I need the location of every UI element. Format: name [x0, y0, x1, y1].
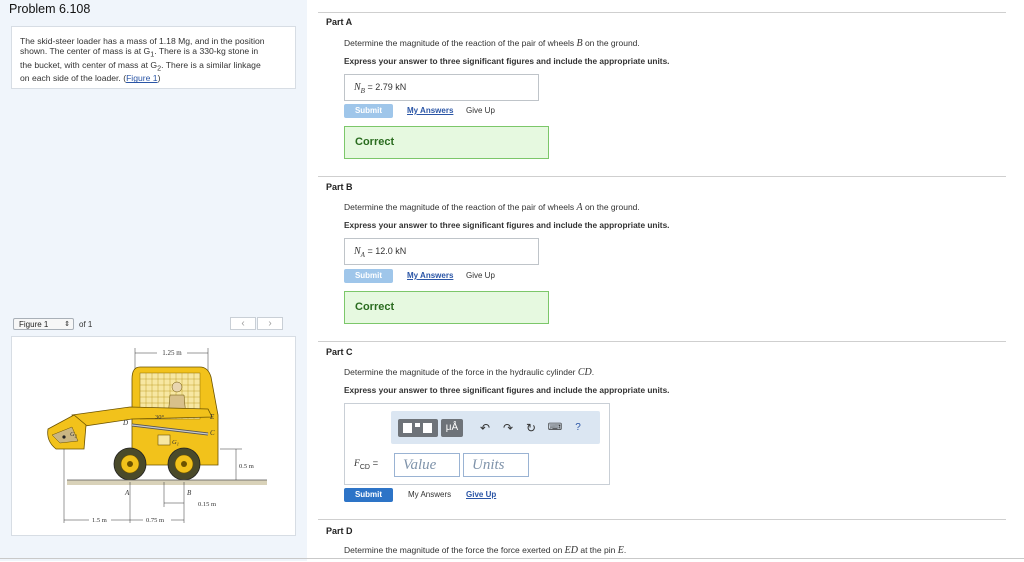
part-c-instruction: Express your answer to three significant…	[344, 385, 670, 395]
updown-caret-icon: ⇕	[64, 321, 70, 328]
angle-label: 30°	[155, 414, 165, 421]
point-e-label: E	[209, 413, 215, 421]
dim-top-label: 1.25 m	[162, 349, 182, 357]
part-divider	[318, 176, 1006, 177]
part-b-answer: NA = 12.0 kN	[344, 238, 539, 265]
point-b-label: B	[187, 489, 192, 497]
part-c-question: Determine the magnitude of the force in …	[344, 367, 595, 378]
undo-icon[interactable]: ↶	[478, 420, 492, 436]
dim-height-label: 0.5 m	[239, 463, 254, 470]
help-icon[interactable]: ?	[571, 420, 585, 436]
problem-statement: The skid-steer loader has a mass of 1.18…	[11, 26, 296, 89]
part-a-feedback: Correct	[344, 126, 549, 159]
part-b-label: Part B	[326, 182, 353, 192]
window-bottom-edge	[0, 558, 1024, 562]
reset-icon[interactable]: ↻	[524, 420, 538, 436]
problem-title: Problem 6.108	[9, 2, 91, 16]
templates-icon	[403, 423, 412, 433]
part-a-label: Part A	[326, 17, 353, 27]
templates-icon	[415, 423, 420, 427]
part-c-label: Part C	[326, 347, 353, 357]
value-input[interactable]: Value	[394, 453, 460, 477]
dim-015-label: 0.15 m	[198, 501, 216, 508]
problem-text-line: The skid-steer loader has a mass of 1.18…	[20, 36, 265, 46]
figure-toolbar: Figure 1 ⇕ of 1 ‹ ›	[11, 317, 296, 333]
figure-select-value: Figure 1	[19, 320, 49, 329]
part-a-answer: NB = 2.79 kN	[344, 74, 539, 101]
part-a-give-up-link[interactable]: Give Up	[466, 106, 495, 115]
problem-text-line: shown. The center of mass is at G	[20, 46, 151, 56]
part-a-submit-button[interactable]: Submit	[344, 104, 393, 118]
units-button[interactable]: μÅ	[441, 419, 463, 437]
dim-15-label: 1.5 m	[92, 517, 107, 524]
part-b-instruction: Express your answer to three significant…	[344, 220, 670, 230]
keyboard-icon[interactable]: ⌨	[546, 420, 564, 436]
problem-text-line: . There is a 330-kg stone in	[154, 46, 259, 56]
next-figure-button[interactable]: ›	[257, 317, 283, 330]
redo-icon[interactable]: ↷	[501, 420, 515, 436]
problem-text-line: . There is a similar linkage	[161, 59, 261, 70]
part-b-give-up-link[interactable]: Give Up	[466, 271, 495, 280]
point-a-label: A	[124, 489, 130, 497]
part-c-answer-editor: μÅ ↶ ↷ ↻ ⌨ ? FCD = Value Units	[344, 403, 610, 485]
dim-075-label: 0.75 m	[146, 517, 164, 524]
point-d-label: D	[122, 419, 128, 427]
point-c-label: C	[210, 429, 215, 437]
part-a-question: Determine the magnitude of the reaction …	[344, 38, 640, 49]
problem-text-line: on each side of the loader. (	[20, 73, 127, 84]
part-c-submit-button[interactable]: Submit	[344, 488, 393, 502]
part-divider	[318, 519, 1006, 520]
part-c-my-answers-link[interactable]: My Answers	[408, 490, 451, 499]
templates-icon	[423, 423, 432, 433]
math-toolbar: μÅ ↶ ↷ ↻ ⌨ ?	[391, 411, 600, 444]
part-b-feedback: Correct	[344, 291, 549, 324]
problem-panel: Problem 6.108 The skid-steer loader has …	[0, 0, 307, 561]
wheel-a	[113, 447, 147, 481]
part-b-question: Determine the magnitude of the reaction …	[344, 202, 640, 213]
figure-select[interactable]: Figure 1 ⇕	[13, 318, 74, 330]
figure-link[interactable]: Figure 1	[126, 73, 158, 83]
part-c-give-up-link[interactable]: Give Up	[466, 490, 496, 499]
part-a-instruction: Express your answer to three significant…	[344, 56, 670, 66]
wheel-b	[167, 447, 201, 481]
figure-panel: 1.25 m 30° E C D G1 G2 A B 0.5 m 0.15 m …	[11, 336, 296, 536]
part-d-label: Part D	[326, 526, 353, 536]
g1-marker	[157, 434, 171, 446]
fcd-label: FCD =	[354, 458, 379, 471]
part-a-my-answers-link[interactable]: My Answers	[407, 106, 453, 115]
figure-nav: ‹ ›	[230, 317, 284, 331]
figure-count: of 1	[79, 320, 93, 329]
problem-text-line: )	[157, 73, 161, 84]
operator-head	[171, 381, 183, 393]
part-b-my-answers-link[interactable]: My Answers	[407, 271, 453, 280]
prev-figure-button[interactable]: ‹	[230, 317, 256, 330]
units-input[interactable]: Units	[463, 453, 529, 477]
part-d-question: Determine the magnitude of the force the…	[344, 545, 627, 556]
loader-figure: 1.25 m 30° E C D G1 G2 A B 0.5 m 0.15 m …	[47, 348, 267, 524]
part-divider	[318, 12, 1006, 13]
part-divider	[318, 341, 1006, 342]
problem-text-line: the bucket, with center of mass at G	[20, 59, 158, 70]
ground	[67, 480, 267, 485]
templates-button[interactable]	[398, 419, 438, 437]
g2-marker	[62, 435, 66, 439]
chevron-right-icon: ›	[268, 318, 272, 329]
chevron-left-icon: ‹	[241, 318, 245, 329]
part-b-submit-button[interactable]: Submit	[344, 269, 393, 283]
problem-text: The skid-steer loader has a mass of 1.18…	[20, 36, 287, 83]
